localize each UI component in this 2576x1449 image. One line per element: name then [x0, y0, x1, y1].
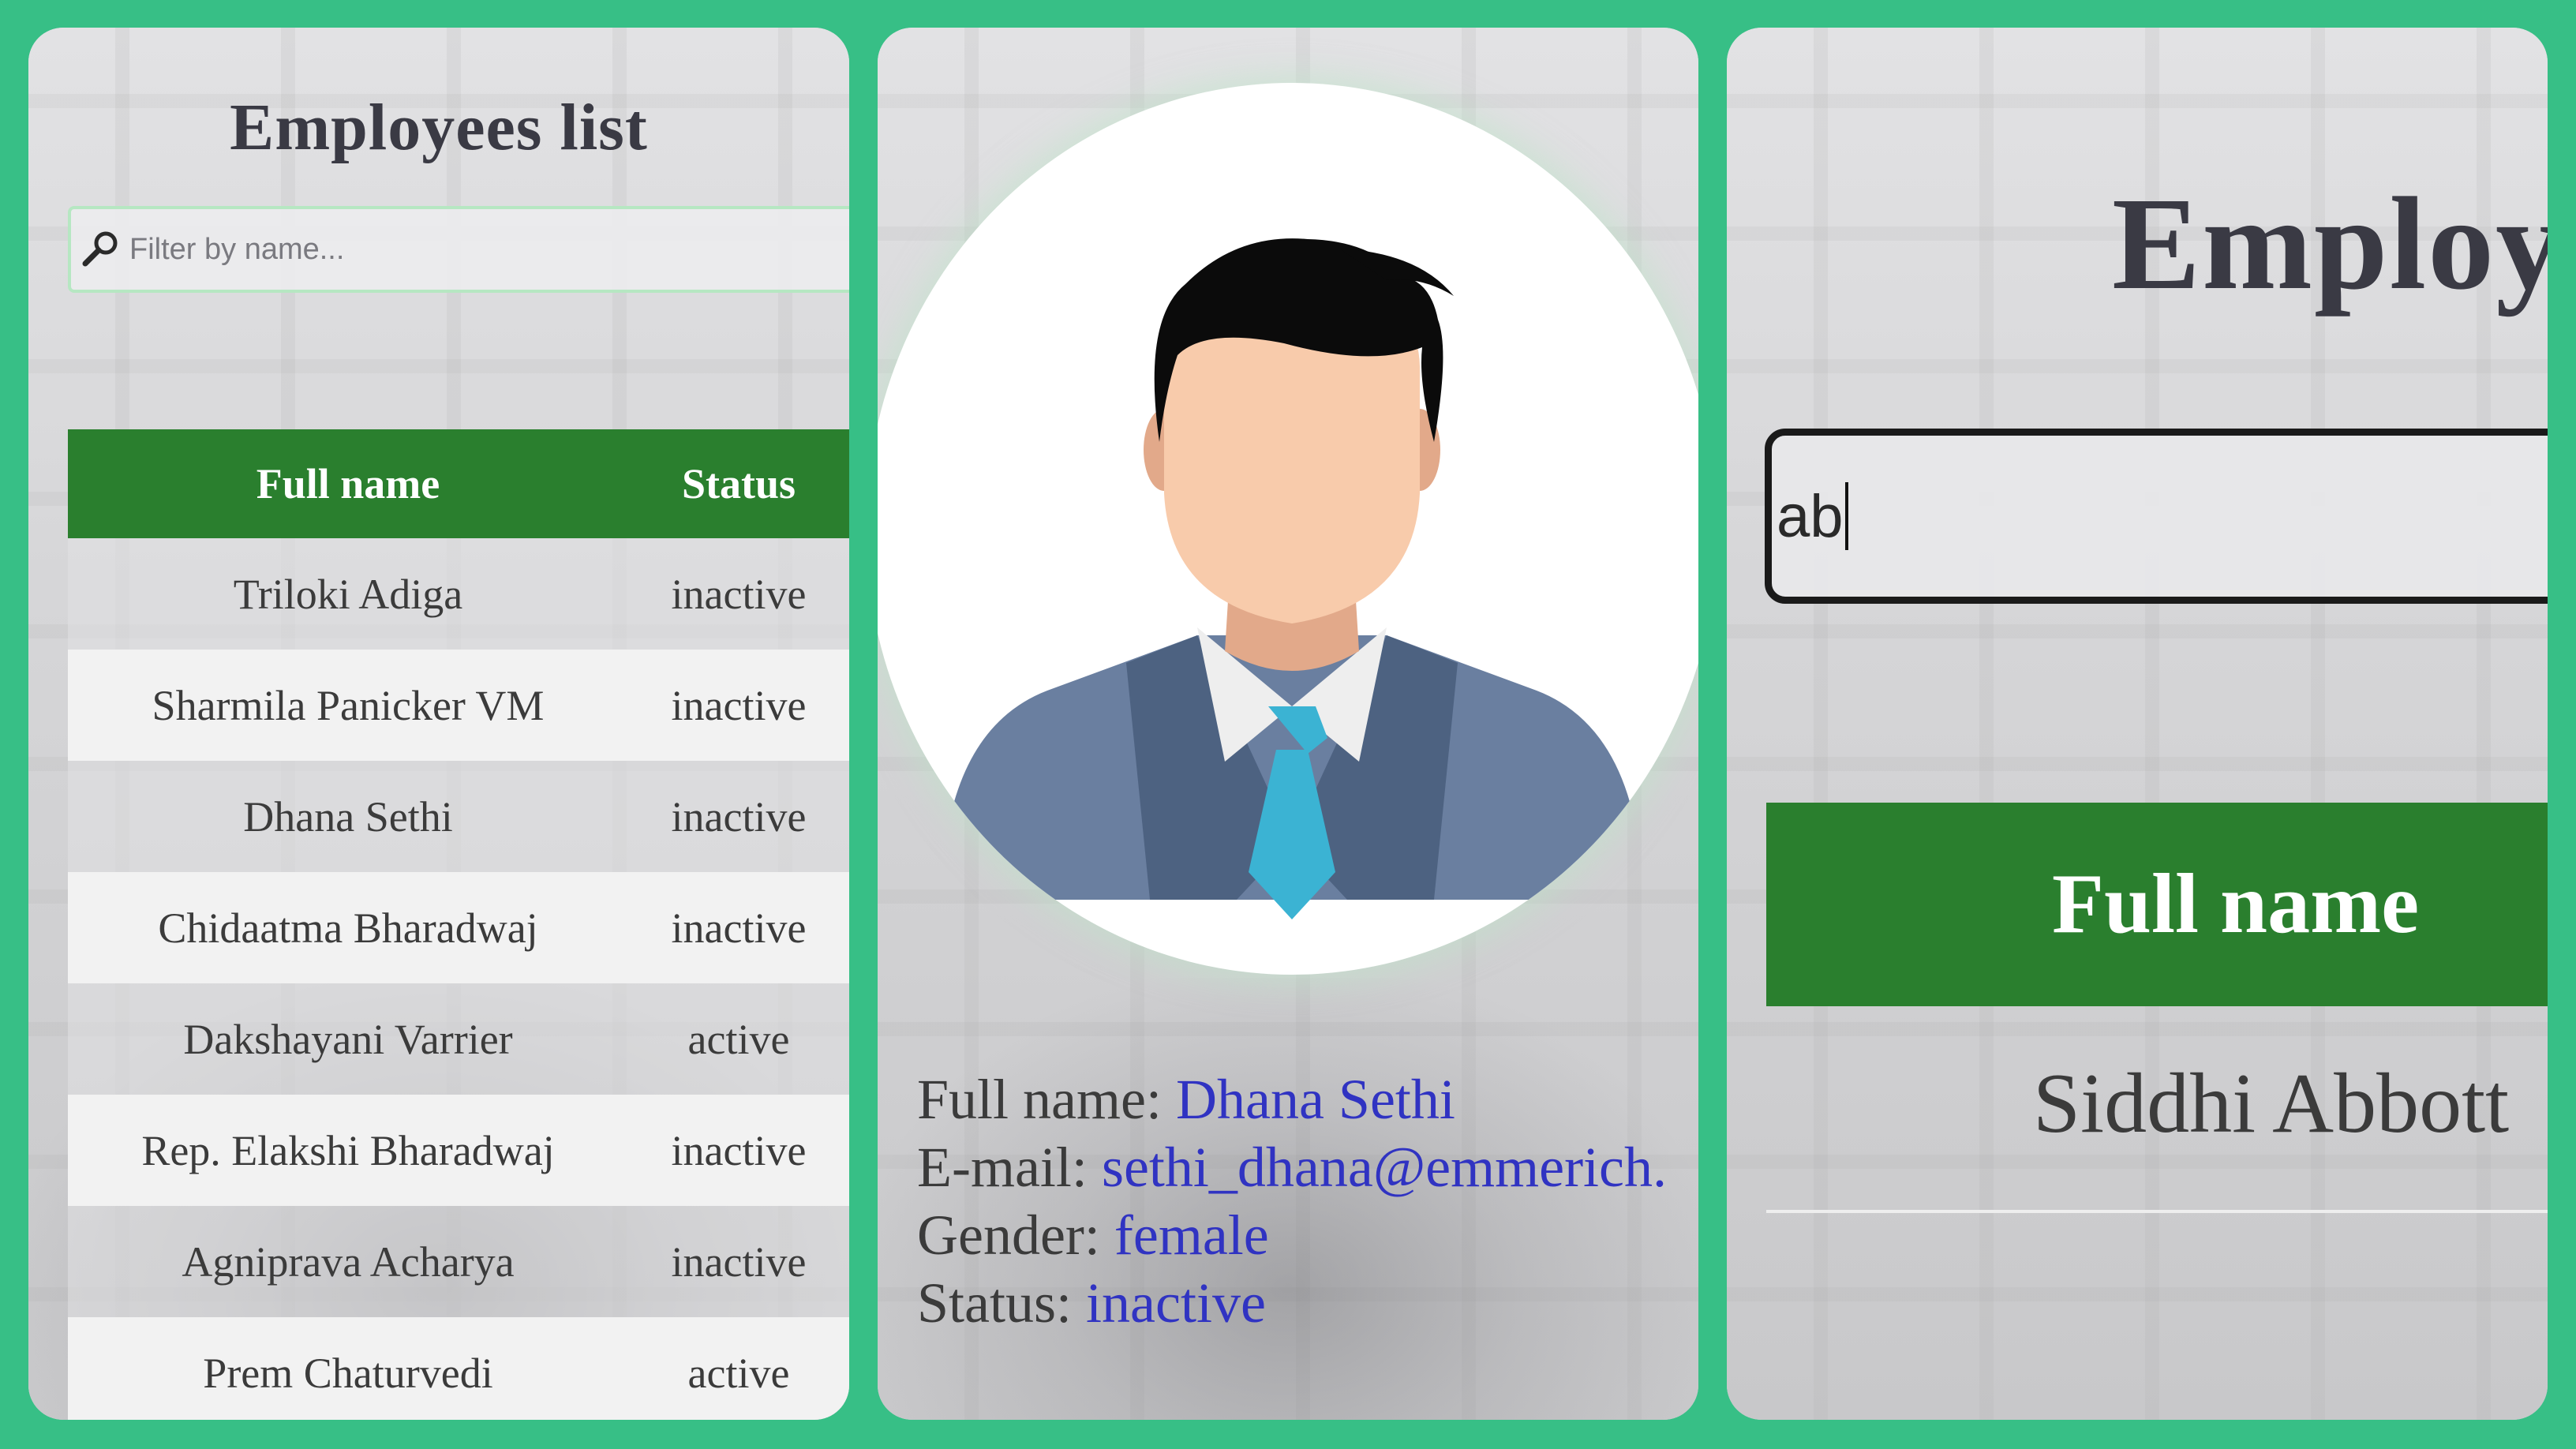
table-row[interactable]: Chidaatma Bharadwaj inactive: [68, 872, 849, 983]
search-icon: [82, 231, 118, 267]
detail-email: E-mail: sethi_dhana@emmerich.: [917, 1133, 1667, 1201]
filter-zoom-panel: Employ ab Full name Siddhi Abbott: [1727, 28, 2548, 1420]
table-row[interactable]: Siddhi Abbott: [1766, 1024, 2548, 1213]
employees-table: Full name Status Triloki Adiga inactive …: [68, 429, 849, 1420]
value-status: inactive: [1086, 1271, 1266, 1335]
value-gender: female: [1114, 1204, 1269, 1267]
table-header: Full name: [1766, 803, 2548, 1006]
row-status: inactive: [671, 904, 807, 952]
row-status: active: [687, 1015, 790, 1063]
row-status: inactive: [671, 570, 807, 618]
table-row[interactable]: Agniprava Acharya inactive: [68, 1206, 849, 1317]
table-row[interactable]: Prem Chaturvedi active: [68, 1317, 849, 1420]
employee-details: Full name: Dhana Sethi E-mail: sethi_dha…: [917, 1065, 1667, 1337]
row-status: inactive: [671, 681, 807, 729]
column-header-status[interactable]: Status: [628, 459, 849, 508]
row-full-name: Agniprava Acharya: [182, 1237, 515, 1286]
row-status: inactive: [671, 792, 807, 841]
search-placeholder: Filter by name...: [129, 232, 345, 266]
text-caret: [1844, 482, 1848, 550]
avatar: [878, 83, 1698, 975]
filter-search-input[interactable]: ab: [1765, 429, 2548, 604]
detail-full-name: Full name: Dhana Sethi: [917, 1065, 1667, 1133]
table-row[interactable]: Dhana Sethi inactive: [68, 761, 849, 872]
row-status: inactive: [671, 1237, 807, 1286]
row-status: inactive: [671, 1126, 807, 1174]
row-status: active: [687, 1349, 790, 1397]
row-full-name: Sharmila Panicker VM: [152, 681, 545, 729]
table-row[interactable]: Triloki Adiga inactive: [68, 538, 849, 650]
row-full-name: Rep. Elakshi Bharadwaj: [141, 1126, 555, 1174]
row-full-name: Triloki Adiga: [233, 570, 463, 618]
search-input-value: ab: [1777, 482, 1844, 550]
page-title: Employ: [2112, 170, 2548, 317]
column-header-full-name[interactable]: Full name: [2052, 856, 2419, 953]
employee-detail-panel: Full name: Dhana Sethi E-mail: sethi_dha…: [878, 28, 1698, 1420]
row-full-name: Prem Chaturvedi: [203, 1349, 493, 1397]
detail-status: Status: inactive: [917, 1269, 1667, 1337]
label-gender: Gender:: [917, 1204, 1100, 1267]
page-title: Employees list: [230, 91, 648, 164]
row-full-name: Dhana Sethi: [243, 792, 453, 841]
table-row[interactable]: Rep. Elakshi Bharadwaj inactive: [68, 1095, 849, 1206]
value-full-name: Dhana Sethi: [1175, 1068, 1455, 1131]
label-full-name: Full name:: [917, 1068, 1162, 1131]
person-avatar-icon: [941, 238, 1643, 919]
row-full-name: Dakshayani Varrier: [183, 1015, 513, 1063]
value-email[interactable]: sethi_dhana@emmerich.: [1102, 1136, 1667, 1199]
row-full-name: Chidaatma Bharadwaj: [158, 904, 538, 952]
column-header-full-name[interactable]: Full name: [68, 459, 628, 508]
row-full-name: Siddhi Abbott: [2033, 1057, 2510, 1151]
label-status: Status:: [917, 1271, 1073, 1335]
table-header: Full name Status: [68, 429, 849, 538]
table-row[interactable]: Dakshayani Varrier active: [68, 983, 849, 1095]
table-row[interactable]: Sharmila Panicker VM inactive: [68, 650, 849, 761]
employees-list-panel: Employees list Filter by name... Full na…: [28, 28, 849, 1420]
filter-search-input[interactable]: Filter by name...: [68, 206, 849, 293]
detail-gender: Gender: female: [917, 1201, 1667, 1269]
label-email: E-mail:: [917, 1136, 1088, 1199]
